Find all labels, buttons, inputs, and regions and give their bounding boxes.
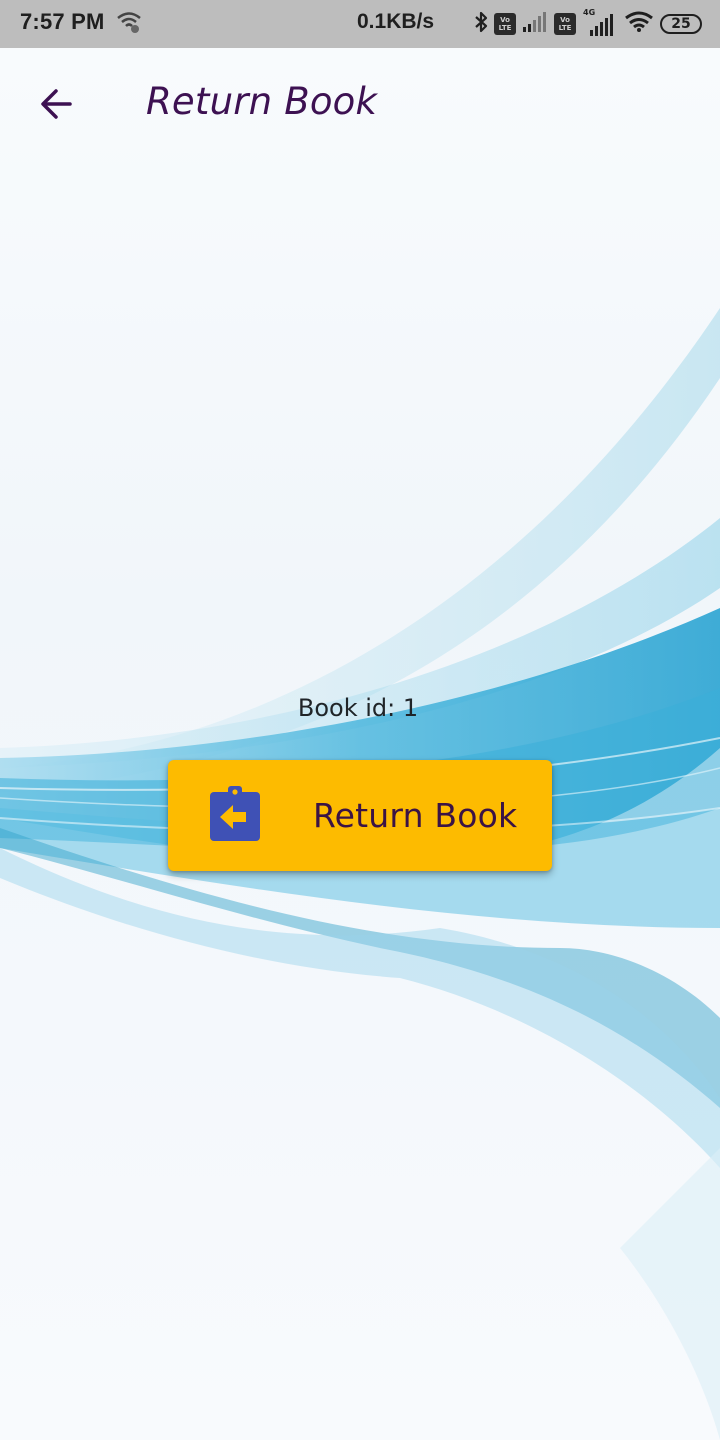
- page-title: Return Book: [146, 80, 378, 123]
- network-speed: 0.1KB/s: [357, 10, 435, 33]
- wifi-icon: [624, 11, 654, 38]
- arrow-back-icon: [41, 89, 72, 119]
- battery-level: 25: [671, 16, 691, 32]
- book-id-label: Book id: 1: [297, 694, 419, 722]
- assignment-return-icon: [208, 785, 262, 847]
- return-book-label: Return Book: [313, 796, 518, 835]
- status-bar: 7:57 PM 0.1KB/s Vo LTE Vo LTE 4G 25: [0, 0, 720, 48]
- battery-icon: 25: [660, 14, 702, 34]
- wave-graphic: [0, 308, 720, 1440]
- volte-badge-2: Vo LTE: [554, 13, 576, 35]
- background-image: [0, 48, 720, 1440]
- bluetooth-icon: [474, 10, 488, 39]
- wifi-icon: [116, 10, 142, 39]
- status-icons: Vo LTE Vo LTE 4G 25: [474, 8, 702, 40]
- volte-badge-1: Vo LTE: [494, 13, 516, 35]
- status-time: 7:57 PM: [20, 9, 105, 34]
- app-bar: Return Book: [0, 48, 720, 160]
- return-book-button[interactable]: Return Book: [168, 760, 552, 871]
- signal-icon: [522, 11, 548, 38]
- back-button[interactable]: [30, 78, 82, 130]
- signal-4g-icon: 4G: [582, 8, 618, 37]
